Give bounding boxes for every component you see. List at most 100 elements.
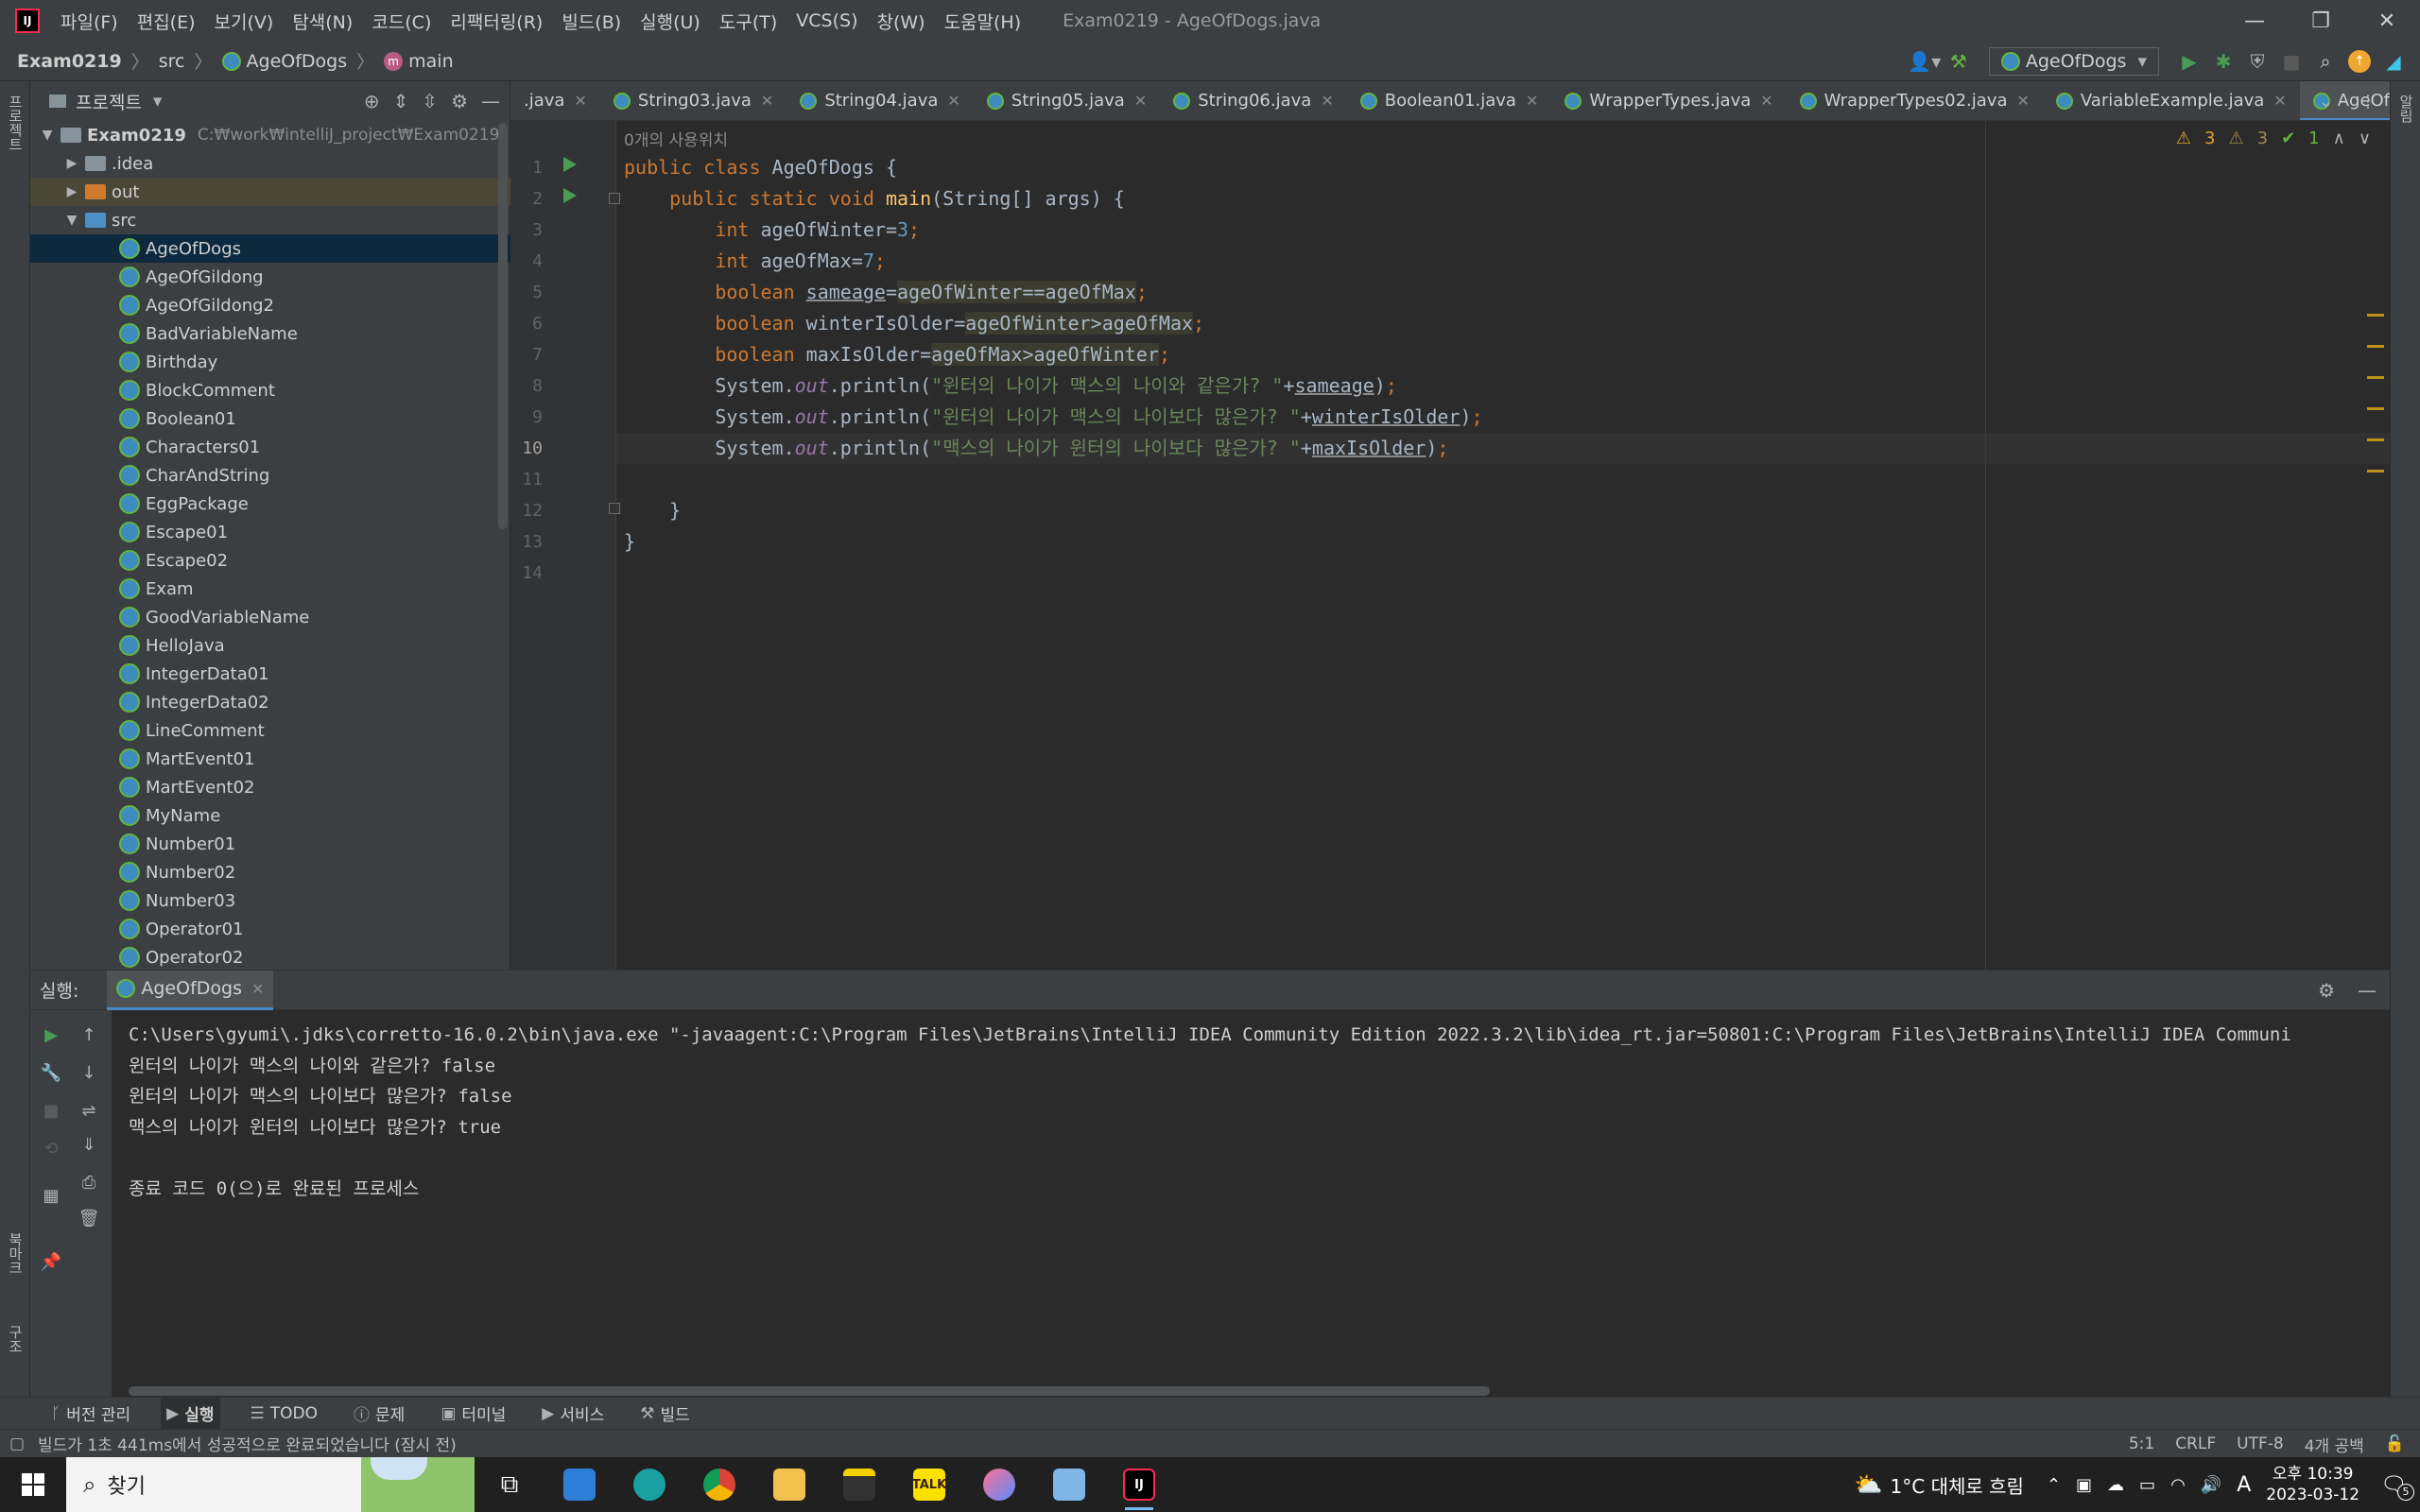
intellij-logo-icon[interactable]: IJ: [15, 9, 40, 33]
close-icon[interactable]: ✕: [1321, 92, 1333, 110]
error-stripe-marker[interactable]: [2367, 438, 2384, 441]
tree-file-item[interactable]: AgeOfDogs: [30, 234, 510, 263]
weather-text[interactable]: 1°C 대체로 흐림: [1891, 1471, 2024, 1499]
search-icon[interactable]: ⌕: [2308, 44, 2342, 78]
wrench-icon[interactable]: 🔧: [40, 1061, 62, 1084]
project-panel-title[interactable]: 프로젝트: [76, 89, 142, 114]
tool-window-button[interactable]: ☰ TODO: [245, 1398, 324, 1430]
layout-icon[interactable]: ▦: [40, 1184, 62, 1207]
clock[interactable]: 오후 10:39 2023-03-12: [2266, 1464, 2360, 1505]
minimize-button[interactable]: —: [2221, 0, 2288, 42]
status-message[interactable]: 빌드가 1초 441ms에서 성공적으로 완료되었습니다 (잠시 전): [38, 1432, 457, 1455]
menu-build[interactable]: 빌드(B): [562, 9, 621, 34]
notification-center-icon[interactable]: 🗨 5: [2380, 1473, 2414, 1501]
tree-file-item[interactable]: Operator01: [30, 915, 510, 943]
editor-tab[interactable]: WrapperTypes.java ✕: [1551, 81, 1786, 120]
intellij-button[interactable]: IJ: [1104, 1457, 1174, 1512]
tree-folder-idea[interactable]: ▶ .idea: [30, 149, 510, 178]
editor-tab[interactable]: String03.java ✕: [600, 81, 786, 120]
tree-file-item[interactable]: IntegerData02: [30, 688, 510, 716]
code-editor[interactable]: 1 2 3 4 5 6 7 8 9 10 11 12 13 14 0개의 사용위치 public clas…: [510, 121, 2390, 970]
task-view-button[interactable]: ⧉: [475, 1457, 544, 1512]
tree-file-item[interactable]: Boolean01: [30, 404, 510, 433]
rerun-icon[interactable]: ▶: [40, 1023, 62, 1046]
close-icon[interactable]: ✕: [1760, 92, 1772, 110]
tool-windows-toggle-icon[interactable]: ▢: [9, 1435, 25, 1453]
coverage-icon[interactable]: ⛨: [2240, 44, 2274, 78]
menu-vcs[interactable]: VCS(S): [796, 10, 857, 31]
breadcrumb-project[interactable]: Exam0219: [17, 51, 122, 72]
tree-file-item[interactable]: AgeOfGildong2: [30, 291, 510, 319]
indent-setting[interactable]: 4개 공백: [2305, 1433, 2364, 1456]
onedrive-cloud-icon[interactable]: ☁: [2107, 1475, 2124, 1495]
tree-file-item[interactable]: MyName: [30, 801, 510, 830]
menu-code[interactable]: 코드(C): [372, 9, 431, 34]
taskbar-search[interactable]: ⌕ 찾기: [66, 1457, 475, 1512]
run-icon[interactable]: ▶: [2172, 44, 2206, 78]
menu-refactor[interactable]: 리팩터링(R): [450, 9, 543, 34]
tree-file-item[interactable]: LineComment: [30, 716, 510, 745]
menu-run[interactable]: 실행(U): [640, 9, 700, 34]
kakaotalk-button[interactable]: TALK: [894, 1457, 964, 1512]
scroll-to-end-icon[interactable]: ⇓: [78, 1133, 100, 1156]
tree-file-item[interactable]: Escape01: [30, 518, 510, 546]
menu-edit[interactable]: 편집(E): [137, 9, 196, 34]
close-icon[interactable]: ✕: [1134, 92, 1147, 110]
run-tab[interactable]: AgeOfDogs ✕: [107, 970, 274, 1010]
project-scrollbar[interactable]: [498, 123, 508, 529]
trash-icon[interactable]: 🗑: [78, 1207, 100, 1229]
collapse-all-icon[interactable]: ⇳: [422, 90, 438, 112]
pin-icon[interactable]: 📌: [40, 1250, 62, 1273]
editor-tab[interactable]: String06.java ✕: [1160, 81, 1346, 120]
fold-icon[interactable]: [609, 193, 620, 204]
editor-tab[interactable]: String04.java ✕: [786, 81, 973, 120]
stop-icon[interactable]: ■: [40, 1099, 62, 1122]
close-icon[interactable]: ✕: [2016, 92, 2029, 110]
bookmarks-tool-button[interactable]: 북마크: [6, 1232, 26, 1275]
error-stripe-marker[interactable]: [2367, 470, 2384, 472]
tree-file-item[interactable]: HelloJava: [30, 631, 510, 660]
file-encoding[interactable]: UTF-8: [2237, 1435, 2284, 1453]
app-tray-icon[interactable]: ▣: [2076, 1475, 2092, 1495]
menu-window[interactable]: 창(W): [876, 9, 925, 34]
tree-file-item[interactable]: EggPackage: [30, 490, 510, 518]
close-icon[interactable]: ✕: [1526, 92, 1538, 110]
tool-window-button[interactable]: ⓘ 문제: [348, 1398, 410, 1430]
tree-file-item[interactable]: MartEvent02: [30, 773, 510, 801]
fold-icon[interactable]: [609, 503, 620, 514]
run-class-icon[interactable]: [563, 157, 577, 172]
locate-icon[interactable]: ⊕: [364, 90, 380, 112]
close-button[interactable]: ✕: [2354, 0, 2420, 42]
caret-position[interactable]: 5:1: [2129, 1435, 2154, 1453]
notifications-tool-button[interactable]: 알림: [2396, 94, 2416, 123]
console-horizontal-scrollbar[interactable]: [129, 1386, 1490, 1396]
tree-file-item[interactable]: Exam: [30, 575, 510, 603]
gear-icon[interactable]: ⚙: [2318, 979, 2335, 1002]
tool-window-button[interactable]: ⚒ 빌드: [634, 1398, 696, 1430]
tree-file-item[interactable]: Number01: [30, 830, 510, 858]
ime-indicator[interactable]: A: [2237, 1473, 2251, 1497]
battery-icon[interactable]: ▭: [2139, 1475, 2155, 1495]
run-configuration-select[interactable]: AgeOfDogs ▾: [1988, 47, 2159, 76]
restore-button[interactable]: ❐: [2288, 0, 2354, 42]
tree-file-item[interactable]: Escape02: [30, 546, 510, 575]
tree-folder-src[interactable]: ▼ src: [30, 206, 510, 234]
user-icon[interactable]: 👤▾: [1908, 44, 1942, 78]
error-stripe-marker[interactable]: [2367, 376, 2384, 379]
breadcrumb-method[interactable]: m main: [384, 51, 454, 72]
wifi-icon[interactable]: ◠: [2170, 1475, 2186, 1495]
editor-tab[interactable]: VariableExample.java ✕: [2043, 81, 2300, 120]
debug-icon[interactable]: ✱: [2206, 44, 2240, 78]
tree-file-item[interactable]: MartEvent01: [30, 745, 510, 773]
tree-file-item[interactable]: Number03: [30, 886, 510, 915]
gear-icon[interactable]: ⚙: [451, 90, 468, 112]
inspection-widget[interactable]: ⚠ 3 ⚠ 3 ✔ 1 ∧ ∨: [2176, 129, 2371, 148]
up-arrow-icon[interactable]: ↑: [78, 1023, 100, 1046]
tree-folder-out[interactable]: ▶ out: [30, 178, 510, 206]
chevron-down-icon[interactable]: ▾: [153, 91, 163, 112]
start-button[interactable]: [0, 1457, 66, 1512]
menu-navigate[interactable]: 탐색(N): [292, 9, 353, 34]
tool-window-button[interactable]: ▶ 서비스: [536, 1398, 610, 1430]
error-stripe-marker[interactable]: [2367, 314, 2384, 317]
expand-all-icon[interactable]: ⇕: [393, 90, 409, 112]
